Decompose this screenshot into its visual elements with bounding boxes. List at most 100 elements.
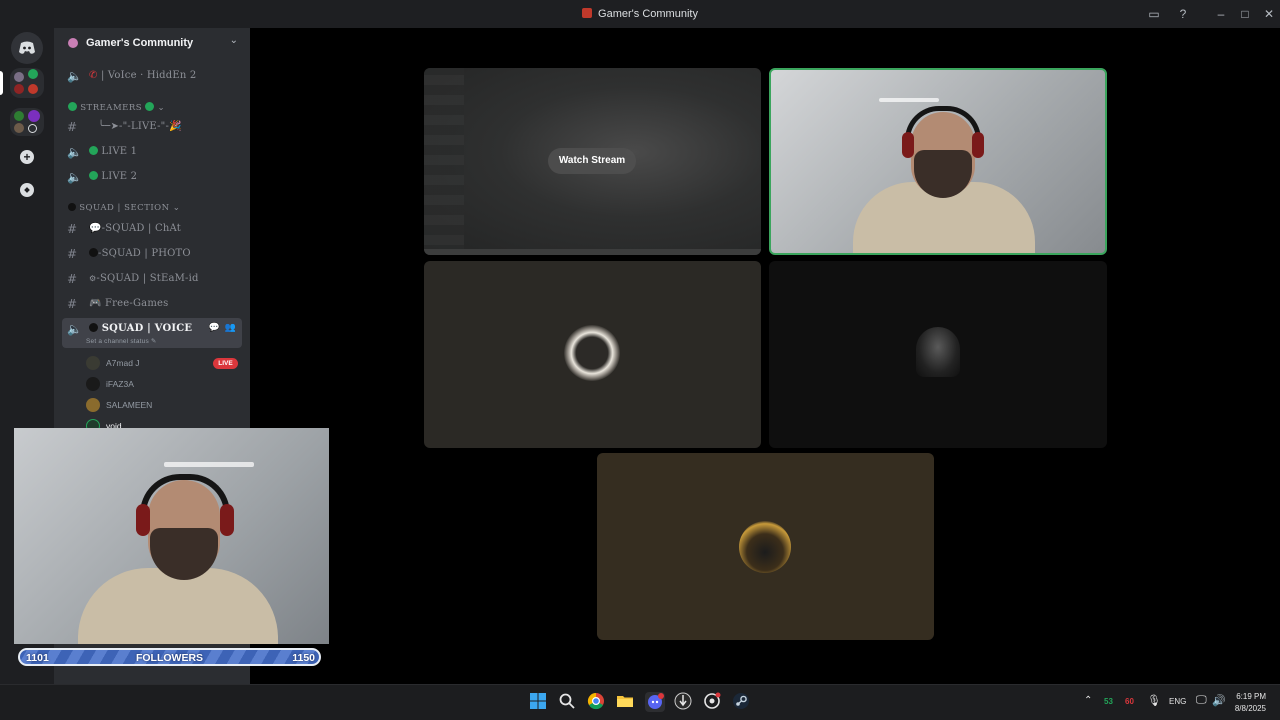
channel-label: Free-Games (105, 298, 169, 309)
black-circle-icon (89, 248, 98, 257)
hash-icon: # (67, 297, 78, 311)
maximize-button[interactable]: □ (1237, 6, 1253, 22)
voice-tile-user[interactable] (769, 261, 1107, 448)
black-circle-icon (68, 203, 76, 211)
stream-preview-image (424, 68, 464, 255)
help-icon[interactable]: ? (1175, 6, 1191, 22)
chevron-up-icon[interactable]: ⌃ (1084, 695, 1092, 706)
chevron-down-icon[interactable]: ⌄ (230, 35, 238, 46)
channel-label: ╰─➤-"-LIVE-"-🎉 (98, 121, 182, 132)
chrome-icon[interactable] (587, 692, 607, 712)
window-title: Gamer's Community (598, 8, 698, 20)
channel-squad-steam[interactable]: # ⚙-SQUAD | StEaM-id (62, 268, 242, 290)
category-label: SQUAD | SECTION (79, 203, 170, 213)
hash-icon: # (67, 247, 78, 261)
start-windows-icon[interactable] (529, 692, 549, 712)
avatar (564, 325, 620, 381)
speaker-icon: 🔈 (67, 170, 83, 184)
window-titlebar: Gamer's Community ▭ ? – □ ✕ (0, 0, 1280, 28)
add-server-icon[interactable]: + (11, 141, 43, 173)
avatar (86, 356, 100, 370)
channel-voice-hidden2[interactable]: 🔈 ✆ | VoIce · HiddEn 2 (62, 65, 242, 87)
speaker-icon: 🔈 (67, 69, 83, 83)
voice-tile-user[interactable] (597, 453, 934, 640)
inbox-icon[interactable]: ▭ (1146, 6, 1162, 22)
channel-label: SQUAD | VOICE (101, 323, 193, 334)
invite-member-icon[interactable]: 👥 (225, 323, 236, 333)
channel-squad-chat[interactable]: # 💬-SQUAD | ChAt (62, 218, 242, 240)
watch-stream-button[interactable]: Watch Stream (548, 148, 636, 174)
phone-icon: ✆ (89, 70, 98, 81)
minimize-button[interactable]: – (1213, 6, 1229, 22)
member-name: iFAZ3A (106, 379, 134, 389)
server-header-icon (68, 38, 78, 48)
discover-compass-icon[interactable] (11, 174, 43, 206)
chevron-down-icon: ⌄ (172, 203, 181, 213)
channel-label: -SQUAD | ChAt (101, 223, 181, 234)
microphone-icon[interactable]: 🎙 (1147, 694, 1161, 707)
channel-free-games[interactable]: # 🎮 Free-Games (62, 293, 242, 315)
server-folder-1[interactable] (10, 68, 44, 98)
category-streamers[interactable]: STREAMERS ⌄ (68, 102, 165, 113)
obs-recording-icon[interactable] (674, 692, 694, 712)
member-name: SALAMEEN (106, 400, 153, 410)
hash-icon: # (67, 272, 78, 286)
black-circle-icon (89, 323, 98, 332)
headset-image (905, 106, 981, 140)
channel-squad-voice[interactable]: 🔈 SQUAD | VOICE 💬 👥 Set a channel status… (62, 318, 242, 348)
channel-label: LIVE 1 (101, 146, 138, 157)
server-logo-icon (582, 8, 593, 18)
taskbar-clock[interactable]: 6:19 PM 8/8/2025 (1235, 691, 1266, 715)
live-badge: LIVE (213, 358, 238, 369)
channel-label: LIVE 2 (101, 171, 138, 182)
channel-live1[interactable]: 🔈 LIVE 1 (62, 141, 242, 163)
game-controller-icon: 🎮 (89, 298, 102, 309)
camera-tile-speaking[interactable] (769, 68, 1107, 255)
channel-live-text[interactable]: # ╰─➤-"-LIVE-"-🎉 (62, 116, 242, 138)
chat-bubble-icon[interactable]: 💬 (209, 323, 220, 333)
server-name: Gamer's Community (86, 37, 194, 49)
channel-label: -SQUAD | StEaM-id (96, 273, 199, 284)
server-header[interactable]: Gamer's Community ⌄ (54, 28, 250, 56)
category-squad[interactable]: SQUAD | SECTION ⌄ (68, 203, 180, 213)
followers-goal-bar: 1101 FOLLOWERS 1150 (18, 648, 321, 666)
steam-taskbar-icon[interactable] (732, 692, 752, 712)
chevron-down-icon: ⌄ (157, 103, 166, 113)
active-server-indicator (0, 71, 3, 95)
channel-label: | VoIce · HiddEn 2 (100, 70, 197, 81)
speech-bubble-icon: 💬 (89, 223, 102, 234)
avatar (916, 327, 960, 377)
discord-home-icon[interactable] (11, 32, 43, 64)
followers-label: FOLLOWERS (135, 652, 204, 664)
close-button[interactable]: ✕ (1261, 6, 1277, 22)
server-folder-2[interactable] (10, 108, 44, 136)
search-icon[interactable] (558, 692, 578, 712)
green-circle-icon (89, 171, 98, 180)
pencil-icon[interactable]: ✎ (151, 338, 157, 345)
network-icon[interactable]: 🖵 (1196, 694, 1207, 707)
channel-status-text[interactable]: Set a channel status (86, 338, 149, 345)
tray-counter-1[interactable]: 53 (1104, 697, 1113, 706)
member-name: A7mad J (106, 358, 140, 368)
avatar (86, 398, 100, 412)
voice-tile-user[interactable] (424, 261, 761, 448)
windows-taskbar: ⌃ 53 60 🎙 ENG 🖵 🔊 6:19 PM 8/8/2025 (0, 684, 1280, 720)
file-explorer-icon[interactable] (616, 692, 636, 712)
hash-icon: # (67, 120, 78, 134)
streaming-app-icon[interactable] (703, 692, 723, 712)
discord-taskbar-icon[interactable] (645, 692, 665, 712)
hash-icon: # (67, 222, 78, 236)
avatar (739, 521, 791, 573)
avatar (86, 377, 100, 391)
channel-squad-photo[interactable]: # -SQUAD | PHOTO (62, 243, 242, 265)
clock-date: 8/8/2025 (1234, 704, 1266, 713)
window-title-wrap: Gamer's Community (0, 8, 1280, 20)
volume-icon[interactable]: 🔊 (1212, 694, 1226, 707)
followers-goal: 1150 (292, 652, 315, 664)
language-indicator[interactable]: ENG (1169, 697, 1186, 706)
channel-live2[interactable]: 🔈 LIVE 2 (62, 166, 242, 188)
green-circle-icon (145, 102, 155, 111)
tray-counter-2[interactable]: 60 (1125, 697, 1134, 706)
speaker-icon: 🔈 (67, 322, 83, 336)
channel-label: -SQUAD | PHOTO (98, 248, 191, 259)
